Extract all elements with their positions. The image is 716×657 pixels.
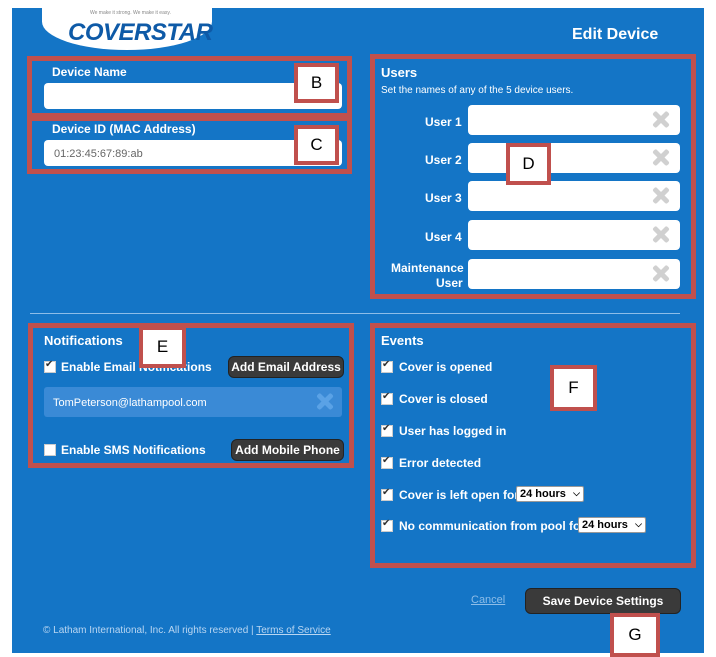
callout-label-c: C xyxy=(294,125,339,165)
callout-label-f: F xyxy=(550,365,597,411)
callout-label-g: G xyxy=(610,613,660,657)
page-title: Edit Device xyxy=(572,26,659,43)
section-divider xyxy=(30,313,680,314)
callout-box-e xyxy=(28,323,354,468)
copyright-text: © Latham International, Inc. All rights … xyxy=(43,625,257,636)
logo-tagline: We make it strong. We make it easy. xyxy=(90,10,171,16)
callout-label-d: D xyxy=(506,143,551,185)
callout-box-f xyxy=(370,323,696,568)
save-device-settings-button[interactable]: Save Device Settings xyxy=(525,588,681,614)
callout-label-b: B xyxy=(294,63,339,103)
terms-of-service-link[interactable]: Terms of Service xyxy=(256,625,330,636)
coverstar-logo: COVERSTAR xyxy=(68,19,213,46)
callout-label-e: E xyxy=(139,326,186,368)
footer: © Latham International, Inc. All rights … xyxy=(43,625,331,636)
cancel-link[interactable]: Cancel xyxy=(471,594,505,606)
logo-badge: We make it strong. We make it easy. COVE… xyxy=(42,8,213,50)
